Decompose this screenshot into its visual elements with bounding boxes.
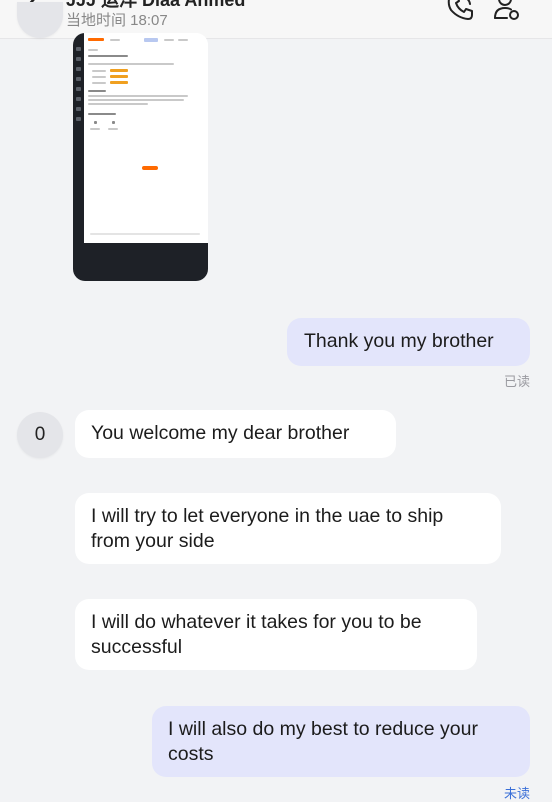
- message-bubble-outgoing[interactable]: I will also do my best to reduce your co…: [152, 706, 530, 777]
- message-bubble-incoming[interactable]: I will try to let everyone in the uae to…: [75, 493, 501, 564]
- local-time-label: 当地时间 18:07: [66, 12, 168, 29]
- screenshot-image-message[interactable]: [73, 33, 208, 281]
- message-text-line: costs: [168, 743, 214, 765]
- thumbnail-content: [84, 33, 208, 243]
- message-text: You welcome my dear brother: [91, 422, 350, 444]
- phone-call-icon[interactable]: [446, 0, 476, 22]
- avatar[interactable]: 0: [17, 412, 63, 458]
- thumbnail-bottom-bar: [84, 243, 208, 281]
- message-text-line: successful: [91, 636, 183, 658]
- message-text: Thank you my brother: [304, 330, 494, 352]
- read-receipt: 已读: [504, 374, 531, 389]
- thumbnail-sidebar: [73, 33, 84, 281]
- unread-receipt: 未读: [504, 786, 531, 801]
- message-bubble-outgoing[interactable]: Thank you my brother: [287, 318, 530, 366]
- message-text-line: from your side: [91, 530, 215, 552]
- message-bubble-incoming[interactable]: I will do whatever it takes for you to b…: [75, 599, 477, 670]
- user-settings-icon[interactable]: [492, 0, 522, 22]
- message-text-line: I will also do my best to reduce your: [168, 718, 478, 740]
- message-text-line: I will try to let everyone in the uae to…: [91, 505, 444, 527]
- message-text-line: I will do whatever it takes for you to b…: [91, 611, 422, 633]
- message-bubble-incoming[interactable]: You welcome my dear brother: [75, 410, 396, 458]
- avatar-label: 0: [34, 424, 46, 445]
